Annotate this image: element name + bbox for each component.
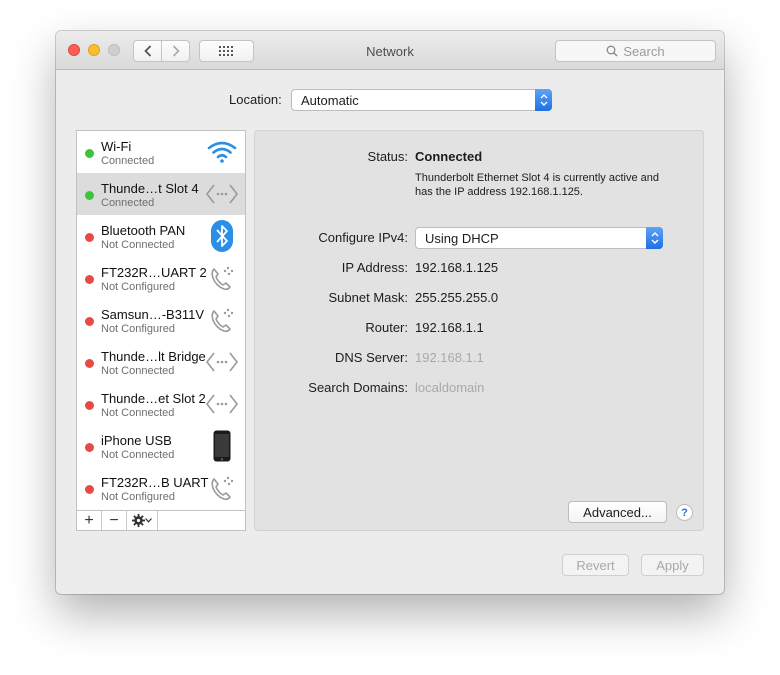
router-value: 192.168.1.1 bbox=[415, 320, 484, 335]
popup-arrows-icon bbox=[535, 89, 552, 111]
service-name: iPhone USB bbox=[101, 433, 172, 448]
status-dot bbox=[85, 485, 94, 494]
action-menu-button[interactable] bbox=[127, 511, 158, 530]
service-name: Samsun…-B311V bbox=[101, 307, 205, 322]
search-placeholder: Search bbox=[623, 43, 665, 59]
configure-ipv4-value: Using DHCP bbox=[425, 230, 499, 246]
status-value: Connected bbox=[415, 149, 483, 164]
status-description: Thunderbolt Ethernet Slot 4 is currently… bbox=[415, 172, 659, 198]
service-name: Thunde…lt Bridge bbox=[101, 349, 206, 364]
configure-ipv4-popup[interactable]: Using DHCP bbox=[415, 227, 663, 249]
help-button[interactable]: ? bbox=[676, 504, 693, 521]
service-status: Not Connected bbox=[101, 239, 175, 251]
status-dot bbox=[85, 401, 94, 410]
service-item[interactable]: iPhone USB Not Connected bbox=[77, 425, 245, 467]
service-item[interactable]: Thunde…et Slot 2 Not Connected bbox=[77, 383, 245, 425]
ethernet-icon bbox=[205, 346, 239, 378]
service-status: Not Configured bbox=[101, 281, 175, 293]
status-dot bbox=[85, 275, 94, 284]
wifi-icon bbox=[205, 136, 239, 168]
configure-ipv4-label: Configure IPv4: bbox=[318, 230, 408, 245]
status-dot bbox=[85, 443, 94, 452]
location-popup[interactable]: Automatic bbox=[291, 89, 552, 111]
service-list-toolbar: + − bbox=[76, 510, 246, 531]
service-status: Connected bbox=[101, 197, 155, 209]
service-name: Thunde…t Slot 4 bbox=[101, 181, 199, 196]
search-domains-label: Search Domains: bbox=[308, 380, 408, 395]
service-status: Not Connected bbox=[101, 449, 175, 461]
service-item[interactable]: FT232R…UART 2 Not Configured bbox=[77, 257, 245, 299]
service-item[interactable]: Wi-Fi Connected bbox=[77, 131, 245, 173]
subnet-mask-value: 255.255.255.0 bbox=[415, 290, 499, 305]
status-dot bbox=[85, 233, 94, 242]
apply-button[interactable]: Apply bbox=[641, 554, 704, 576]
iphone-icon bbox=[205, 430, 239, 462]
dns-server-label: DNS Server: bbox=[335, 350, 408, 365]
status-label: Status: bbox=[367, 149, 408, 164]
service-item[interactable]: Bluetooth PAN Not Connected bbox=[77, 215, 245, 257]
status-dot bbox=[85, 359, 94, 368]
service-status: Not Configured bbox=[101, 323, 175, 335]
service-status: Not Connected bbox=[101, 407, 175, 419]
popup-arrows-icon bbox=[646, 227, 663, 249]
ethernet-icon bbox=[205, 388, 239, 420]
chevron-down-icon bbox=[145, 518, 152, 523]
service-name: FT232R…B UART bbox=[101, 475, 209, 490]
search-icon bbox=[606, 45, 618, 57]
status-dot bbox=[85, 149, 94, 158]
search-field[interactable]: Search bbox=[555, 40, 716, 62]
service-status: Not Configured bbox=[101, 491, 175, 503]
phone-icon bbox=[205, 472, 239, 504]
minus-icon: − bbox=[109, 511, 119, 529]
location-value: Automatic bbox=[301, 92, 359, 108]
remove-service-button[interactable]: − bbox=[102, 511, 127, 530]
titlebar: Network Search bbox=[56, 31, 724, 70]
service-name: Thunde…et Slot 2 bbox=[101, 391, 206, 406]
plus-icon: + bbox=[84, 511, 94, 529]
service-item[interactable]: FT232R…B UART Not Configured bbox=[77, 467, 245, 509]
network-window: Network Search Location: Automatic Wi-Fi… bbox=[56, 31, 724, 594]
dns-server-value: 192.168.1.1 bbox=[415, 350, 484, 365]
service-status: Not Connected bbox=[101, 365, 175, 377]
service-list: Wi-Fi Connected Thunde…t Slot 4 Connected Bl… bbox=[76, 130, 246, 531]
service-name: Bluetooth PAN bbox=[101, 223, 186, 238]
service-status: Connected bbox=[101, 155, 155, 167]
service-name: Wi-Fi bbox=[101, 139, 132, 154]
service-name: FT232R…UART 2 bbox=[101, 265, 207, 280]
advanced-button[interactable]: Advanced... bbox=[568, 501, 667, 523]
status-dot bbox=[85, 191, 94, 200]
search-domains-value: localdomain bbox=[415, 380, 485, 395]
phone-icon bbox=[205, 304, 239, 336]
status-dot bbox=[85, 317, 94, 326]
revert-button[interactable]: Revert bbox=[562, 554, 629, 576]
service-item[interactable]: Thunde…lt Bridge Not Connected bbox=[77, 341, 245, 383]
subnet-mask-label: Subnet Mask: bbox=[328, 290, 409, 305]
service-item[interactable]: Samsun…-B311V Not Configured bbox=[77, 299, 245, 341]
phone-icon bbox=[205, 262, 239, 294]
service-item[interactable]: Thunde…t Slot 4 Connected bbox=[77, 173, 245, 215]
bluetooth-icon bbox=[205, 220, 239, 252]
router-label: Router: bbox=[365, 320, 408, 335]
ip-address-label: IP Address: bbox=[341, 260, 408, 275]
ip-address-value: 192.168.1.125 bbox=[415, 260, 499, 275]
detail-panel: Status: Connected Thunderbolt Ethernet S… bbox=[254, 130, 704, 531]
location-label: Location: bbox=[229, 92, 282, 107]
ethernet-icon bbox=[205, 178, 239, 210]
gear-icon bbox=[132, 514, 145, 527]
add-service-button[interactable]: + bbox=[77, 511, 102, 530]
